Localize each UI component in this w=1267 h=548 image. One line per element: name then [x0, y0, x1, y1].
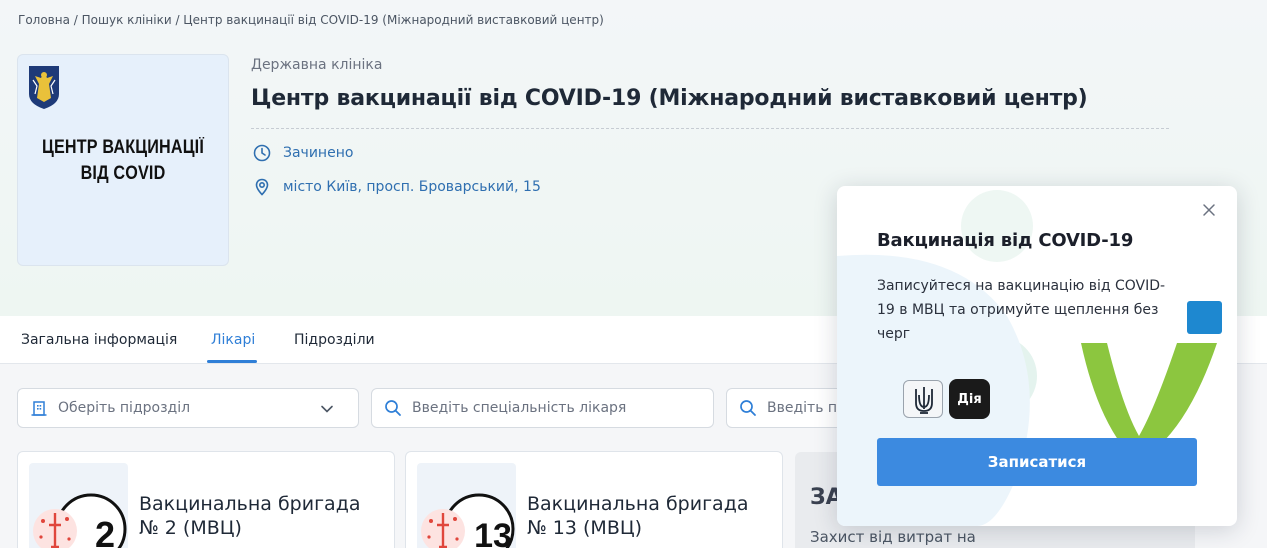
- close-icon[interactable]: [1199, 200, 1219, 220]
- kyiv-coat-of-arms-icon: [29, 66, 59, 109]
- clinic-logo: ЦЕНТР ВАКЦИНАЦІЇ ВІД COVID: [17, 54, 229, 266]
- clinic-status-text: Зачинено: [283, 145, 354, 161]
- specialty-search-input[interactable]: Введіть спеціальність лікаря: [371, 388, 714, 428]
- doctor-card-title: Вакцинальна бригада № 2 (МВЦ): [139, 492, 360, 540]
- breadcrumb-search[interactable]: Пошук клініки: [82, 13, 172, 27]
- tryzub-icon: [903, 380, 943, 418]
- popup-text: Записуйтеся на вакцинацію від COVID-19 в…: [877, 278, 1166, 342]
- tab-doctors[interactable]: Лікарі: [211, 332, 255, 348]
- breadcrumb-current: Центр вакцинації від COVID-19 (Міжнародн…: [183, 13, 604, 27]
- tab-departments[interactable]: Підрозділи: [294, 332, 375, 348]
- chevron-down-icon: [321, 405, 333, 413]
- search-icon: [385, 400, 401, 416]
- tab-general-info[interactable]: Загальна інформація: [21, 332, 177, 348]
- building-icon: [31, 401, 47, 416]
- doctor-card[interactable]: 2 Вакцинальна бригада № 2 (МВЦ): [17, 451, 395, 548]
- clinic-status: Зачинено: [253, 144, 353, 162]
- syringe-icon: 2: [33, 493, 127, 548]
- book-vaccination-button[interactable]: Записатися: [877, 438, 1197, 486]
- brigade-number: 2: [95, 514, 115, 548]
- brigade-number: 13: [474, 517, 512, 548]
- map-pin-icon: [255, 178, 269, 196]
- tryzub-icon: [915, 387, 933, 414]
- brigade-avatar: 13: [417, 463, 516, 548]
- clinic-logo-line: ЦЕНТР ВАКЦИНАЦІЇ: [42, 137, 204, 158]
- popup-title: Вакцинація від COVID-19: [877, 230, 1134, 251]
- doctor-card-title-line: Вакцинальна бригада: [139, 493, 361, 515]
- promo-card-subtitle: Захист від витрат на: [810, 528, 976, 546]
- clinic-type: Державна клініка: [251, 57, 383, 73]
- diia-logo: Дія: [949, 379, 990, 419]
- clinic-logo-text: ЦЕНТР ВАКЦИНАЦІЇ ВІД COVID: [34, 135, 213, 187]
- breadcrumb-separator: /: [171, 13, 184, 27]
- active-tab-indicator: [207, 360, 257, 363]
- search-icon: [740, 400, 756, 416]
- clinic-address[interactable]: місто Київ, просп. Броварський, 15: [253, 178, 541, 196]
- syringe-icon: 13: [421, 493, 515, 548]
- page-title: Центр вакцинації від COVID-19 (Міжнародн…: [251, 86, 1088, 111]
- clinic-logo-line: ВІД COVID: [80, 163, 166, 184]
- specialty-search-placeholder: Введіть спеціальність лікаря: [412, 400, 627, 416]
- doctor-card-title: Вакцинальна бригада № 13 (МВЦ): [527, 492, 748, 540]
- doctor-card-title-line: № 2 (МВЦ): [139, 517, 242, 539]
- department-select[interactable]: Оберіть підрозділ: [17, 388, 359, 428]
- clock-icon: [253, 144, 271, 162]
- doctor-name-search-placeholder: Введіть пр: [767, 400, 846, 416]
- doctor-card-title-line: № 13 (МВЦ): [527, 517, 643, 539]
- brigade-avatar: 2: [29, 463, 128, 548]
- breadcrumb-separator: /: [69, 13, 82, 27]
- breadcrumb: Головна / Пошук клініки / Центр вакцинац…: [18, 13, 604, 27]
- doctor-card[interactable]: 13 Вакцинальна бригада № 13 (МВЦ): [405, 451, 783, 548]
- clinic-address-text: місто Київ, просп. Броварський, 15: [283, 179, 541, 195]
- divider: [251, 128, 1169, 129]
- doctor-card-title-line: Вакцинальна бригада: [527, 493, 749, 515]
- breadcrumb-home[interactable]: Головна: [18, 13, 70, 27]
- department-select-placeholder: Оберіть підрозділ: [58, 400, 191, 416]
- vaccination-popup: Вакцинація від COVID-19 Записуйтеся на в…: [837, 186, 1237, 526]
